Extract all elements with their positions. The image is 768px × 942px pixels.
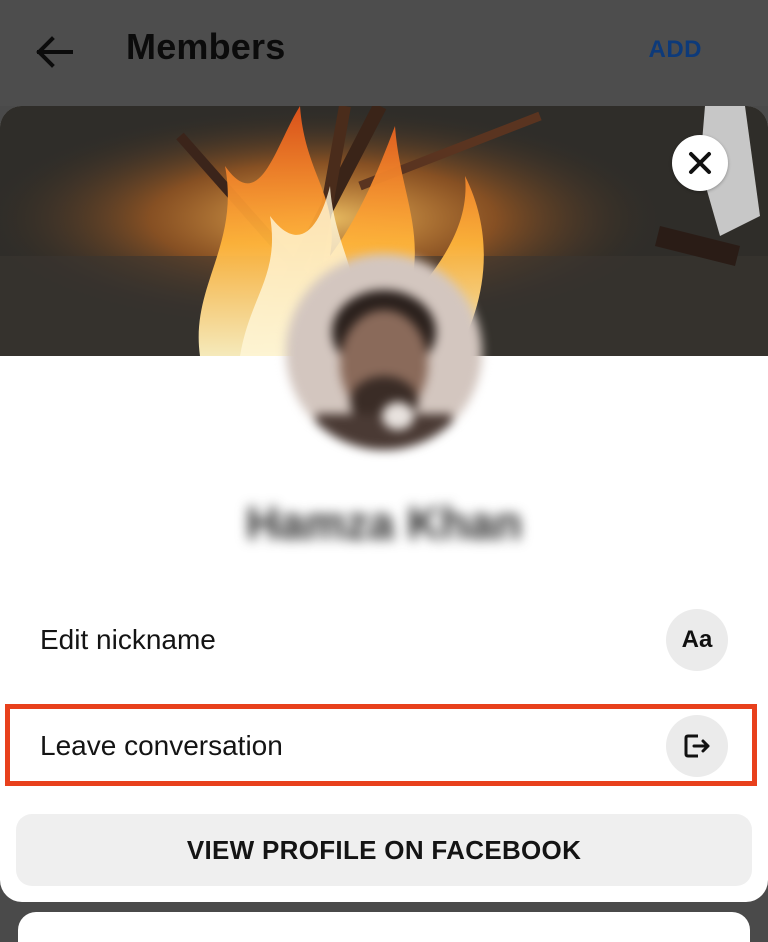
app-bar: Members ADD [0,0,768,106]
add-button[interactable]: ADD [649,36,703,64]
avatar[interactable] [286,254,482,450]
profile-picture [286,254,482,450]
text-format-icon: Aa [666,609,728,671]
page-title: Members [126,26,286,67]
arrow-left-icon [36,36,73,68]
back-button[interactable] [30,30,78,74]
edit-nickname-row[interactable]: Edit nickname Aa [0,594,768,686]
profile-sheet: Hamza Khan Edit nickname Aa Leave conver… [0,106,768,902]
close-button[interactable] [672,135,728,191]
edit-nickname-label: Edit nickname [40,624,216,655]
highlight-annotation [5,704,757,786]
profile-name: Hamza Khan [245,497,523,549]
close-icon [689,152,711,174]
next-card-edge [18,912,750,942]
view-profile-button[interactable]: VIEW PROFILE ON FACEBOOK [16,814,752,886]
